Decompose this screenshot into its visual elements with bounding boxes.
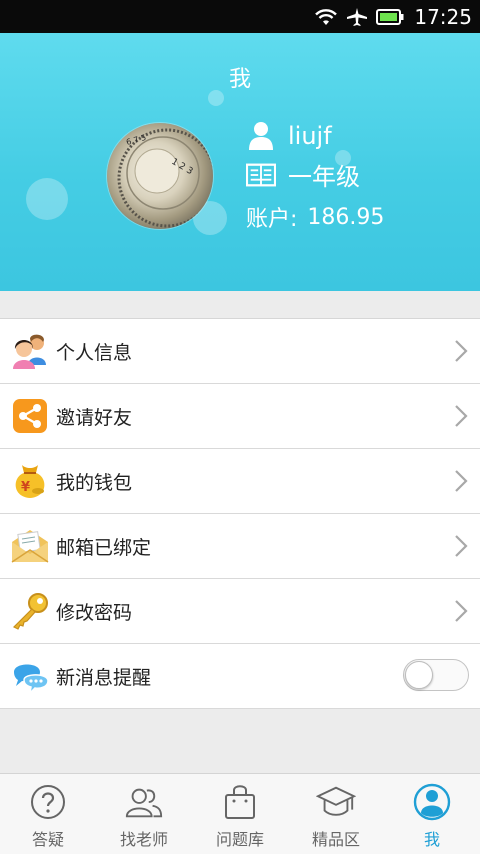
tab-question-bank[interactable]: 问题库 (192, 774, 288, 854)
chevron-right-icon (455, 535, 468, 557)
balance-row: 账户: 186.95 (246, 201, 384, 233)
profile-header: 我 1 2 3 6 7 5 liujf 一年级 账户: 186.95 (0, 33, 480, 291)
grade-text: 一年级 (288, 163, 360, 191)
user-icon (246, 120, 276, 152)
bottom-tab-bar: 答疑 找老师 问题库 精品区 我 (0, 773, 480, 854)
question-icon (28, 782, 68, 822)
tab-answer[interactable]: 答疑 (0, 774, 96, 854)
menu-item-label: 邮箱已绑定 (56, 536, 152, 559)
page-title: 我 (228, 67, 251, 92)
avatar[interactable]: 1 2 3 6 7 5 (107, 123, 213, 229)
chat-bubbles-icon (10, 656, 50, 696)
tab-label: 精品区 (311, 830, 360, 849)
toggle-knob (405, 661, 433, 689)
tab-label: 找老师 (119, 830, 168, 849)
menu-item-new-message-alert: 新消息提醒 (0, 644, 480, 709)
chevron-right-icon (455, 470, 468, 492)
money-bag-icon: ¥ (10, 461, 50, 501)
settings-list: 个人信息 邀请好友 ¥ 我的钱包 邮箱已绑定 修改密码 新消息提醒 (0, 318, 480, 709)
status-bar: 17:25 (0, 0, 480, 33)
new-message-toggle[interactable] (403, 659, 469, 691)
menu-item-label: 修改密码 (56, 601, 133, 624)
tab-label: 答疑 (31, 830, 64, 849)
graduation-cap-icon (316, 782, 356, 822)
balance-label: 账户: (246, 207, 298, 232)
status-time: 17:25 (414, 4, 472, 29)
airplane-icon (347, 7, 368, 26)
menu-item-label: 新消息提醒 (56, 666, 152, 689)
book-icon (246, 159, 276, 191)
menu-item-personal-info[interactable]: 个人信息 (0, 319, 480, 384)
balance-value: 186.95 (307, 204, 385, 230)
menu-item-email-bound[interactable]: 邮箱已绑定 (0, 514, 480, 579)
menu-item-my-wallet[interactable]: ¥ 我的钱包 (0, 449, 480, 514)
chevron-right-icon (455, 405, 468, 427)
grade-row: 一年级 (246, 157, 360, 192)
tab-label: 我 (423, 830, 440, 849)
envelope-icon (10, 526, 50, 566)
contacts-icon (10, 331, 50, 371)
menu-item-change-password[interactable]: 修改密码 (0, 579, 480, 644)
share-icon (10, 396, 50, 436)
chevron-right-icon (455, 600, 468, 622)
menu-item-label: 个人信息 (56, 341, 133, 364)
decor-bubble (26, 178, 68, 220)
battery-icon (376, 8, 404, 25)
tab-me[interactable]: 我 (384, 774, 480, 854)
svg-text:¥: ¥ (21, 480, 30, 495)
tab-label: 问题库 (215, 830, 264, 849)
key-icon (10, 591, 50, 631)
wifi-icon (315, 8, 338, 25)
username-row: liujf (246, 120, 332, 152)
status-icons: 17:25 (314, 0, 472, 33)
menu-item-label: 我的钱包 (56, 471, 133, 494)
tab-featured[interactable]: 精品区 (288, 774, 384, 854)
menu-item-label: 邀请好友 (56, 406, 133, 429)
tab-find-teacher[interactable]: 找老师 (96, 774, 192, 854)
profile-icon (412, 782, 452, 822)
chevron-right-icon (455, 340, 468, 362)
username: liujf (288, 122, 332, 150)
bag-icon (220, 782, 260, 822)
menu-item-invite-friends[interactable]: 邀请好友 (0, 384, 480, 449)
teachers-icon (124, 782, 164, 822)
svg-text:6 7 5: 6 7 5 (125, 133, 147, 147)
